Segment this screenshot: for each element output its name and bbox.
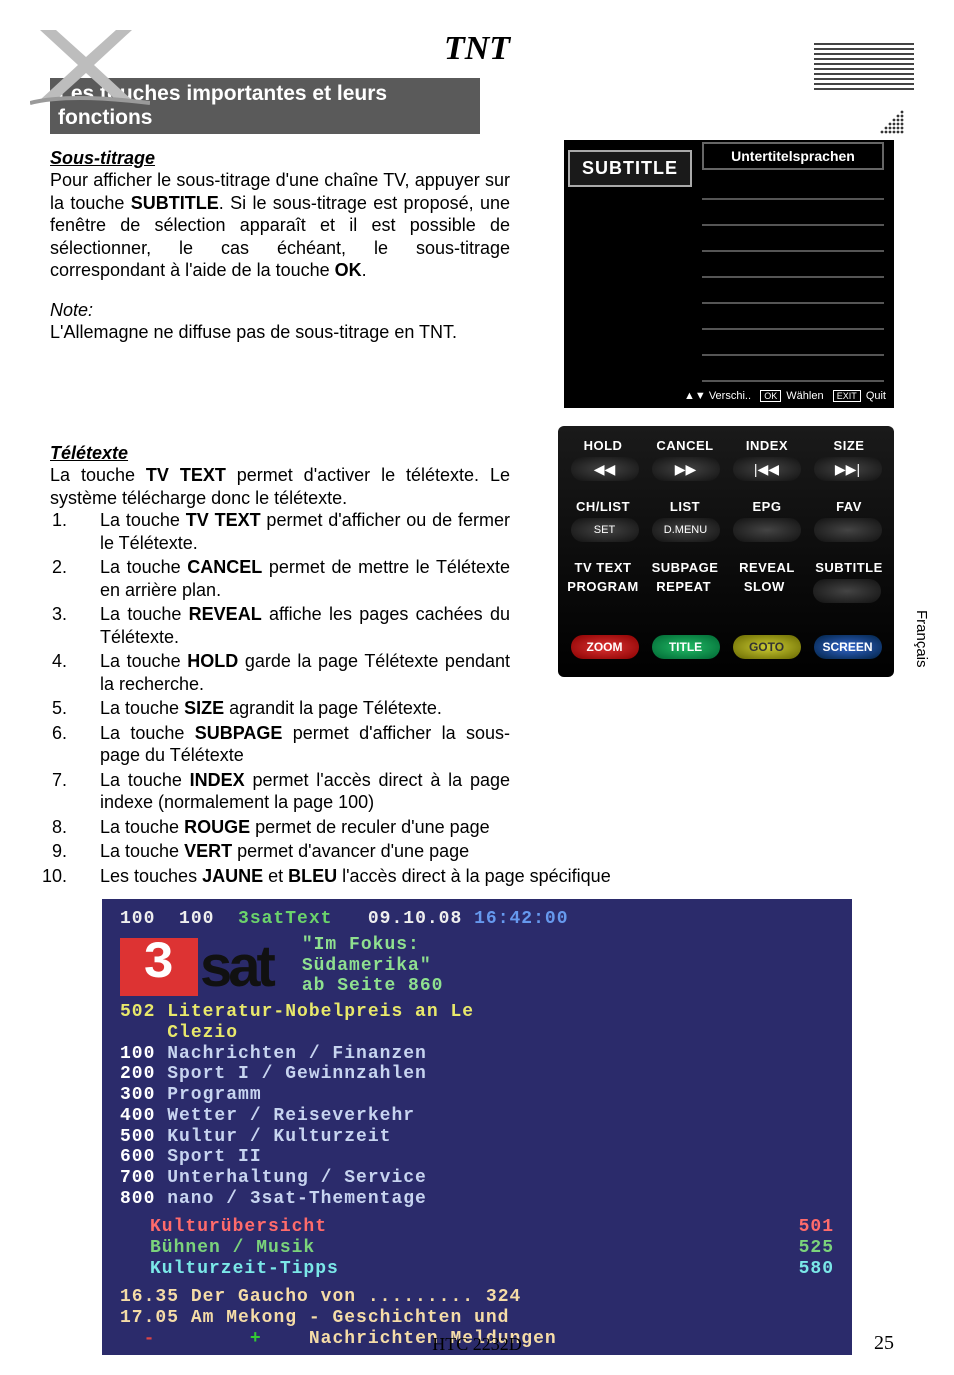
ttx-color-line: Bühnen / Musik525 <box>120 1238 834 1259</box>
teletext-list-item: La touche HOLD garde la page Télétexte p… <box>72 650 510 695</box>
dot-triangle-icon <box>876 110 904 136</box>
subtitle-paragraph: Pour afficher le sous-titrage d'une chaî… <box>50 169 510 282</box>
teletext-list-item: La touche SUBPAGE permet d'afficher la s… <box>72 722 510 767</box>
teletext-list-item: La touche INDEX permet l'accès direct à … <box>72 769 510 814</box>
logo-3sat: 3sat <box>120 934 272 1001</box>
subtitle-heading: Sous-titrage <box>50 148 510 169</box>
ttx-menu-line: 200 Sport I / Gewinnzahlen <box>120 1064 834 1085</box>
btn-epg[interactable]: EPG <box>728 499 806 514</box>
decorative-lines <box>814 40 914 93</box>
btn-list[interactable]: LIST <box>646 499 724 514</box>
osd-lang-title: Untertitelsprachen <box>702 142 884 170</box>
skip-back-icon[interactable]: |◀◀ <box>733 457 801 481</box>
page-title: TNT <box>50 30 904 68</box>
btn-reveal[interactable]: REVEAL <box>728 560 806 575</box>
ttx-color-line: Kulturzeit-Tipps580 <box>120 1259 834 1280</box>
btn-tvtext[interactable]: TV TEXT <box>564 560 642 575</box>
skip-fwd-icon[interactable]: ▶▶| <box>814 457 882 481</box>
ttx-menu-line: 600 Sport II <box>120 1147 834 1168</box>
btn-index[interactable]: INDEX <box>728 438 806 453</box>
ttx-menu-line: 500 Kultur / Kulturzeit <box>120 1127 834 1148</box>
btn-repeat[interactable]: REPEAT <box>645 579 723 603</box>
note-text: L'Allemagne ne diffuse pas de sous-titra… <box>50 321 510 344</box>
rewind-icon[interactable]: ◀◀ <box>571 457 639 481</box>
ttx-color-line: Kulturübersicht501 <box>120 1217 834 1238</box>
btn-cancel[interactable]: CANCEL <box>646 438 724 453</box>
ttx-menu-line: 800 nano / 3sat-Thementage <box>120 1189 834 1210</box>
teletext-list-item: Les touches JAUNE et BLEU l'accès direct… <box>72 865 772 888</box>
logo-x-icon <box>30 25 150 105</box>
osd-tab: SUBTITLE <box>568 150 692 187</box>
btn-chlist[interactable]: CH/LIST <box>564 499 642 514</box>
btn-size[interactable]: SIZE <box>810 438 888 453</box>
teletext-intro: La touche TV TEXT permet d'activer le té… <box>50 464 510 509</box>
teletext-list-item: La touche REVEAL affiche les pages caché… <box>72 603 510 648</box>
remote-control: HOLD CANCEL INDEX SIZE ◀◀ ▶▶ |◀◀ ▶▶| CH/… <box>558 426 894 677</box>
teletext-screenshot: 100 100 3satText 09.10.08 16:42:00 3sat … <box>102 899 852 1355</box>
btn-green-title[interactable]: TITLE <box>652 635 720 659</box>
note-label: Note: <box>50 300 510 321</box>
ttx-menu-line: 100 Nachrichten / Finanzen <box>120 1044 834 1065</box>
btn-set[interactable]: SET <box>571 518 639 542</box>
teletext-list-item: La touche ROUGE permet de reculer d'une … <box>72 816 772 839</box>
btn-blank1[interactable] <box>733 518 801 542</box>
btn-blue-screen[interactable]: SCREEN <box>814 635 882 659</box>
teletext-list-item: La touche CANCEL permet de mettre le Tél… <box>72 556 510 601</box>
footer-model: HTC 2232D <box>0 1334 954 1355</box>
osd-footer: ▲▼ Verschi.. OK Wählen EXIT Quit <box>684 390 886 402</box>
btn-subtitle[interactable]: SUBTITLE <box>810 560 888 575</box>
ttx-menu-line: 300 Programm <box>120 1085 834 1106</box>
btn-yellow-goto[interactable]: GOTO <box>733 635 801 659</box>
btn-red-zoom[interactable]: ZOOM <box>571 635 639 659</box>
btn-hold[interactable]: HOLD <box>564 438 642 453</box>
btn-blank3[interactable] <box>813 579 881 603</box>
btn-subpage[interactable]: SUBPAGE <box>646 560 724 575</box>
side-language-label: Français <box>913 610 930 668</box>
btn-blank2[interactable] <box>814 518 882 542</box>
teletext-list-item: La touche TV TEXT permet d'afficher ou d… <box>72 509 510 554</box>
btn-dmenu[interactable]: D.MENU <box>652 518 720 542</box>
teletext-list-item: La touche SIZE agrandit la page Télétext… <box>72 697 510 720</box>
btn-slow[interactable]: SLOW <box>725 579 803 603</box>
teletext-list-item: La touche VERT permet d'avancer d'une pa… <box>72 840 772 863</box>
ttx-menu-line: 700 Unterhaltung / Service <box>120 1168 834 1189</box>
teletext-list: La touche TV TEXT permet d'afficher ou d… <box>72 509 510 887</box>
ffwd-icon[interactable]: ▶▶ <box>652 457 720 481</box>
ttx-menu-line: 400 Wetter / Reiseverkehr <box>120 1106 834 1127</box>
btn-program[interactable]: PROGRAM <box>564 579 642 603</box>
subtitle-osd: SUBTITLE Untertitelsprachen ▲▼ Verschi..… <box>564 140 894 408</box>
btn-fav[interactable]: FAV <box>810 499 888 514</box>
